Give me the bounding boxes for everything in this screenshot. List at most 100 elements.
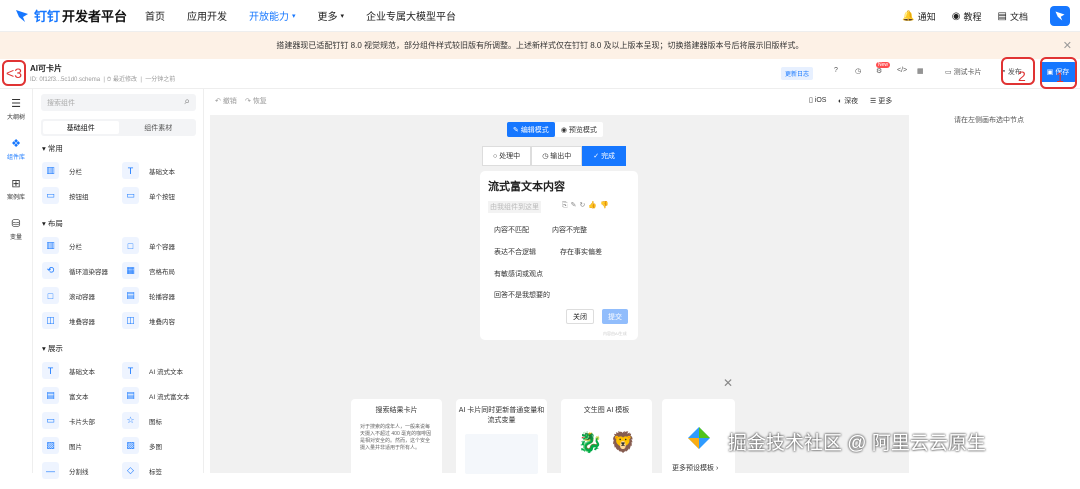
feedback-option[interactable]: 内容不匹配 [494, 225, 529, 235]
component-item[interactable]: ▤ AI 流式富文本 [122, 387, 189, 404]
component-label: 轮播容器 [149, 293, 175, 301]
template-more-card[interactable]: 更多预设模板 › [662, 399, 735, 489]
close-button[interactable]: 关闭 [566, 309, 594, 324]
columns-icon: ▥ [42, 162, 59, 179]
cases-icon: ⊞ [11, 178, 21, 190]
component-label: 单个按钮 [149, 193, 175, 201]
nav-llm-platform[interactable]: 企业专属大模型平台 [366, 8, 456, 23]
state-outputting[interactable]: ◷ 输出中 [531, 146, 583, 166]
state-done[interactable]: ✓ 完成 [582, 146, 627, 166]
grid-icon[interactable]: ▦ [917, 67, 924, 75]
debug-icon[interactable]: ⚙ [876, 67, 882, 75]
template-card[interactable]: 文生图 AI 模板 🐉 🦁 [561, 399, 652, 489]
rail-components-label: 组件库 [6, 155, 25, 161]
rail-components[interactable]: ❖ 组件库 [0, 137, 32, 169]
rail-cases[interactable]: ⊞ 案例库 [0, 177, 32, 209]
logo[interactable]: 钉钉 开发者平台 [14, 6, 127, 25]
tutorial-link[interactable]: ◉ 教程 [952, 10, 982, 23]
more-templates-link[interactable]: 更多预设模板 › [672, 463, 718, 473]
nav-app-dev[interactable]: 应用开发 [187, 8, 227, 23]
avatar[interactable] [1050, 6, 1070, 26]
component-item[interactable]: T 基础文本 [122, 162, 175, 179]
card-meta: ID: 0f12f3...5c1d0.schema | ⏱ 最近修改 | 一分钟… [30, 74, 175, 84]
component-label: 堆叠内容 [149, 318, 175, 326]
component-item[interactable]: ▦ 宫格布局 [122, 262, 175, 279]
rail-variables[interactable]: ⛁ 变量 [0, 217, 32, 249]
history-icon[interactable]: ◷ [855, 67, 861, 75]
component-item[interactable]: ⟲ 循环渲染容器 [42, 262, 108, 279]
component-label: 基础文本 [69, 368, 95, 376]
component-item[interactable]: — 分割线 [42, 462, 89, 479]
test-card-label: 测试卡片 [953, 69, 982, 76]
component-item[interactable]: ▤ 轮播容器 [122, 287, 175, 304]
nav-open-capability[interactable]: 开放能力 ▾ [249, 8, 296, 23]
ios-toggle[interactable]: ▯ iOS [809, 96, 826, 104]
tab-component-assets[interactable]: 组件素材 [121, 119, 197, 136]
template-preview-text: 对于搜索的成年人，一般来说每天摄入不超过 400 毫克的咖啡因是相对安全的。然而… [360, 424, 432, 451]
template-card[interactable]: 搜索结果卡片 对于搜索的成年人，一般来说每天摄入不超过 400 毫克的咖啡因是相… [351, 399, 442, 489]
nav-home[interactable]: 首页 [145, 8, 165, 23]
template-card[interactable]: AI 卡片同时更新普通变量和流式变量 [456, 399, 547, 489]
watermark: 掘金技术社区 @ 阿里云云原生 [728, 433, 986, 454]
component-item[interactable]: ▭ 单个按钮 [122, 187, 175, 204]
redo-button[interactable]: ↷ 恢复 [245, 96, 267, 106]
thumb-down-icon[interactable]: 👎 [600, 202, 612, 209]
search-input[interactable]: 搜索组件 ⌕ [41, 94, 196, 111]
copy-icon[interactable]: ⎘ [562, 202, 571, 209]
mascot-icon: 🦁 [610, 432, 636, 454]
component-item[interactable]: ◇ 标签 [122, 462, 162, 479]
feedback-option[interactable]: 表达不合逻辑 [494, 247, 536, 257]
mode-edit[interactable]: ✎ 编辑模式 [507, 122, 555, 137]
notify-link[interactable]: 🔔 通知 [902, 10, 935, 23]
group-common[interactable]: ▾ 常用 [42, 143, 63, 154]
thumb-up-icon[interactable]: 👍 [588, 202, 600, 209]
component-item[interactable]: ▨ 多图 [122, 437, 162, 454]
component-item[interactable]: ◫ 堆叠容器 [42, 312, 95, 329]
card-id: ID: 0f12f3...5c1d0.schema [30, 77, 101, 83]
component-item[interactable]: □ 滚动容器 [42, 287, 95, 304]
feedback-option[interactable]: 存在事实偏差 [560, 247, 602, 257]
state-processing[interactable]: ○ 处理中 [482, 146, 532, 166]
mode-preview[interactable]: ◉ 预览模式 [554, 122, 603, 137]
undo-button[interactable]: ↶ 撤销 [215, 96, 237, 106]
test-card-button[interactable]: ▭ 测试卡片 [945, 67, 982, 77]
rail-outline[interactable]: ☰ 大纲树 [0, 97, 32, 129]
component-item[interactable]: T AI 流式文本 [122, 362, 183, 379]
group-common-label: 常用 [47, 144, 63, 153]
state-done-label: 完成 [601, 153, 616, 160]
help-icon[interactable]: ? [834, 67, 838, 74]
theme-toggle[interactable]: ◐ 深夜 [838, 96, 858, 106]
component-item[interactable]: ▥ 分栏 [42, 162, 82, 179]
annotation-box-1: 1 [1040, 57, 1077, 89]
more-button[interactable]: ☰ 更多 [870, 96, 892, 106]
code-icon[interactable]: </> [897, 67, 907, 74]
tab-basic-components[interactable]: 基础组件 [43, 121, 119, 134]
component-item[interactable]: ▭ 卡片头部 [42, 412, 95, 429]
preview-card[interactable]: 流式富文本内容 由我组件到这里 ⎘✎↻👍👎 内容不匹配 内容不完整 表达不合逻辑… [480, 171, 638, 340]
component-label: 滚动容器 [69, 293, 95, 301]
docs-link[interactable]: ▤ 文档 [998, 10, 1028, 23]
group-display[interactable]: ▾ 展示 [42, 343, 63, 354]
state-outputting-label: 输出中 [550, 153, 572, 160]
mode-switch: ✎ 编辑模式 ◉ 预览模式 [507, 122, 603, 137]
feedback-option[interactable]: 有敏感词或观点 [494, 269, 543, 279]
component-item[interactable]: ▥ 分栏 [42, 237, 82, 254]
star-icon: ☆ [122, 412, 139, 429]
feedback-option[interactable]: 内容不完整 [552, 225, 587, 235]
update-log-button[interactable]: 更新日志 [781, 67, 814, 80]
component-item[interactable]: □ 单个容器 [122, 237, 175, 254]
component-item[interactable]: ▨ 图片 [42, 437, 82, 454]
close-icon[interactable]: ✕ [723, 376, 733, 390]
close-icon[interactable]: ✕ [1063, 39, 1072, 52]
component-item[interactable]: ▭ 按钮组 [42, 187, 89, 204]
group-layout[interactable]: ▾ 布局 [42, 218, 63, 229]
nav-more[interactable]: 更多 ▾ [318, 8, 345, 23]
feedback-option[interactable]: 回答不是我想要的 [494, 290, 550, 300]
component-item[interactable]: ▤ 富文本 [42, 387, 89, 404]
submit-button[interactable]: 提交 [602, 309, 628, 324]
card-title: AI可卡片 [30, 64, 62, 73]
component-item[interactable]: ☆ 图标 [122, 412, 162, 429]
back-button[interactable]: <3 [2, 60, 26, 86]
component-item[interactable]: T 基础文本 [42, 362, 95, 379]
component-item[interactable]: ◫ 堆叠内容 [122, 312, 175, 329]
